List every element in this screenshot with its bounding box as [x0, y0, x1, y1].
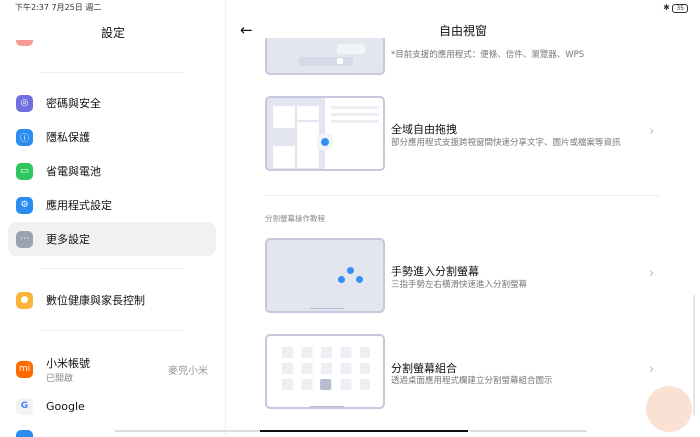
google-icon: G: [16, 397, 33, 415]
page-title: 自由視窗: [438, 24, 487, 38]
gear-icon: ⚙: [16, 196, 33, 214]
card1-illustration: [265, 38, 385, 75]
sidebar-title: 設定: [100, 26, 125, 40]
drag-dot-icon: [321, 138, 329, 146]
card3-illustration[interactable]: [265, 238, 385, 313]
chevron-right-icon[interactable]: ›: [649, 362, 654, 377]
settings-sidebar: 設定 ◎ 密碼與安全 ⓘ 隱私保護 ▭ 省電與電池 ⚙ 應用程式設定 ⋯ 更多設定 ● 數位…: [0, 0, 226, 437]
sidebar-item-google[interactable]: G Google: [8, 389, 216, 423]
section-label: 分割螢幕操作教程: [265, 214, 325, 223]
sidebar-item-more-settings[interactable]: ⋯ 更多設定: [8, 222, 216, 256]
card3-title[interactable]: 手勢進入分割螢幕: [391, 263, 479, 279]
chevron-right-icon[interactable]: ›: [649, 266, 654, 281]
sidebar-item-digital-wellbeing[interactable]: ● 數位健康與家長控制: [8, 283, 216, 317]
sidebar-item-app-settings[interactable]: ⚙ 應用程式設定: [8, 188, 216, 222]
card2-description: 部分應用程式支援跨視窗間快速分享文字、圖片或檔案等資訊: [391, 138, 621, 148]
partial-icon: [16, 40, 33, 46]
chevron-right-icon[interactable]: ›: [649, 124, 654, 139]
card1-description: *目前支援的應用程式：便條、信件、瀏覽器、WPS: [391, 50, 585, 60]
status-icons: ✱ 35: [663, 3, 688, 13]
partial-icon: [16, 430, 33, 437]
sidebar-item-privacy[interactable]: ⓘ 隱私保護: [8, 120, 216, 154]
card2-title[interactable]: 全域自由拖拽: [391, 121, 457, 137]
home-indicator[interactable]: [260, 430, 468, 432]
home-indicator-track: [470, 430, 587, 432]
card3-description: 三指手勢左右橫滑快速進入分割螢幕: [391, 280, 528, 290]
privacy-icon: ⓘ: [16, 128, 33, 146]
watermark-mascot: [646, 386, 692, 432]
scrollbar[interactable]: [693, 295, 695, 415]
card4-description: 透過桌面應用程式欄建立分割螢幕組合圖示: [391, 376, 553, 386]
card2-illustration[interactable]: [265, 96, 385, 171]
battery-saver-icon: ▭: [16, 162, 33, 180]
sidebar-item-password-security[interactable]: ◎ 密碼與安全: [8, 86, 216, 120]
bluetooth-icon: ✱: [663, 3, 670, 12]
more-icon: ⋯: [16, 230, 33, 248]
mi-logo-icon: mi: [16, 360, 33, 378]
sidebar-item-battery[interactable]: ▭ 省電與電池: [8, 154, 216, 188]
wellbeing-icon: ●: [16, 291, 33, 309]
card4-illustration[interactable]: [265, 334, 385, 409]
home-indicator-track: [115, 430, 260, 432]
sidebar-item-mi-account[interactable]: mi 小米帳號 已開啟 麥兜小米: [8, 350, 216, 388]
battery-icon: 35: [672, 4, 688, 13]
fingerprint-icon: ◎: [16, 94, 33, 112]
